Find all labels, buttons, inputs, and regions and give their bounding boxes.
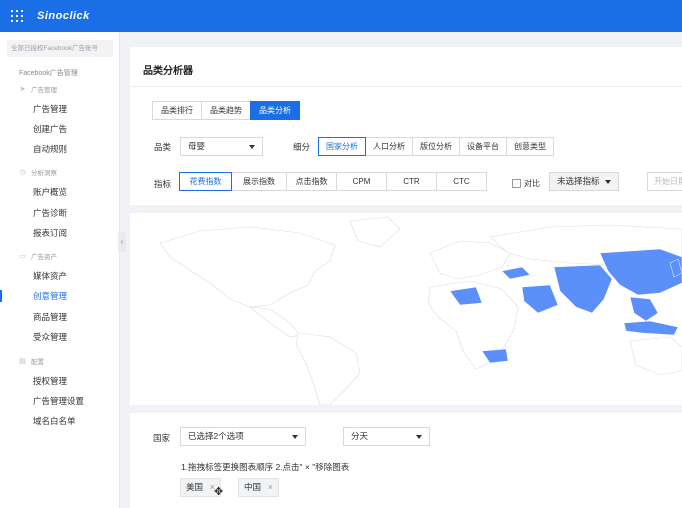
start-date-input[interactable]: 开始日期 — [647, 172, 682, 191]
breakdown-creative-type[interactable]: 创意类型 — [506, 137, 554, 156]
sidebar-item-creative-management[interactable]: 创意管理 — [33, 290, 67, 302]
active-indicator — [0, 290, 2, 302]
metric-click-index[interactable]: 点击指数 — [286, 172, 337, 191]
map-north-america — [159, 226, 336, 308]
breakdown-device[interactable]: 设备平台 — [459, 137, 507, 156]
sidebar-item-ad-settings[interactable]: 广告管理设置 — [33, 395, 84, 407]
compare-metric-select[interactable]: 未选择指标 — [549, 172, 619, 191]
apps-grid-icon[interactable] — [11, 10, 23, 22]
tab-category-ranking[interactable]: 品类排行 — [152, 101, 202, 120]
sidebar-group-config: ▤ 配置 — [19, 357, 44, 367]
breakdown-demographic[interactable]: 人口分析 — [365, 137, 413, 156]
divider — [130, 86, 682, 87]
folder-icon: ▭ — [19, 252, 26, 260]
country-multi-select[interactable]: 已选择2个选项 — [180, 427, 306, 446]
country-label: 国家 — [153, 433, 171, 443]
map-highlight-indonesia — [623, 320, 679, 336]
collapse-sidebar-icon[interactable]: ‹ — [118, 232, 126, 252]
map-highlight-turkey — [501, 266, 531, 280]
tab-category-trend[interactable]: 品类趋势 — [201, 101, 251, 120]
sidebar-item-media-assets[interactable]: 媒体资产 — [33, 270, 67, 282]
metric-cpm[interactable]: CPM — [336, 172, 387, 191]
chevron-down-icon — [416, 435, 422, 439]
compare-checkbox[interactable]: 对比 — [512, 178, 540, 189]
world-map[interactable] — [130, 213, 682, 405]
period-select[interactable]: 分天 — [343, 427, 430, 446]
category-label: 品类 — [154, 142, 172, 152]
chart-icon: ◷ — [19, 168, 26, 176]
map-europe — [429, 240, 511, 280]
sidebar-item-create-ad[interactable]: 创建广告 — [33, 123, 67, 135]
sidebar-item-ad-diagnosis[interactable]: 广告诊断 — [33, 207, 67, 219]
metric-spend-index[interactable]: 花费指数 — [179, 172, 232, 191]
top-bar: Sinoclick — [0, 0, 682, 32]
sidebar-item-report-subscription[interactable]: 报表订阅 — [33, 227, 67, 239]
map-central-america — [249, 306, 301, 338]
page-title: 品类分析器 — [143, 66, 193, 77]
tab-category-analysis[interactable]: 品类分析 — [250, 101, 300, 120]
tab-bar: 品类排行 品类趋势 品类分析 — [152, 101, 300, 120]
chevron-down-icon — [292, 435, 298, 439]
metric-segmented: 花费指数 展示指数 点击指数 CPM CTR CTC — [179, 172, 487, 191]
sidebar-item-auto-rules[interactable]: 自动规则 — [33, 143, 67, 155]
sidebar-item-account-overview[interactable]: 账户概览 — [33, 186, 67, 198]
chevron-down-icon — [249, 145, 255, 149]
breakdown-label: 细分 — [293, 142, 311, 152]
sidebar-section-title: Facebook广告管理 — [19, 70, 78, 77]
brand-logo[interactable]: Sinoclick — [37, 10, 90, 22]
category-select[interactable]: 母婴 — [180, 137, 263, 156]
send-icon: ➤ — [19, 85, 26, 93]
map-highlight-southeast-asia — [629, 296, 659, 322]
breakdown-segmented: 国家分析 人口分析 版位分析 设备平台 创意类型 — [318, 137, 554, 156]
sidebar-item-product-management[interactable]: 商品管理 — [33, 311, 67, 323]
map-south-america — [295, 332, 361, 405]
map-greenland — [349, 216, 401, 248]
sidebar-item-audience-management[interactable]: 受众管理 — [33, 331, 67, 343]
map-highlight-arabia — [521, 284, 559, 314]
close-icon[interactable]: × — [268, 479, 273, 496]
sidebar-item-ad-management[interactable]: 广告管理 — [33, 103, 67, 115]
sidebar-group-assets: ▭ 广告资产 — [19, 252, 57, 262]
sidebar: 全部已授权Facebook广告账号 Facebook广告管理 ➤ 广告管理 广告… — [0, 32, 120, 508]
checkbox-box[interactable] — [512, 179, 521, 188]
sidebar-group-insights: ◷ 分析洞察 — [19, 168, 57, 178]
map-australia — [629, 336, 682, 376]
chevron-down-icon — [605, 180, 611, 184]
sidebar-item-authorization[interactable]: 授权管理 — [33, 375, 67, 387]
map-highlight-east-asia — [599, 248, 682, 296]
world-map-card — [130, 213, 682, 405]
sidebar-item-domain-whitelist[interactable]: 域名白名单 — [33, 415, 76, 427]
breakdown-placement[interactable]: 版位分析 — [412, 137, 460, 156]
metric-impression-index[interactable]: 展示指数 — [231, 172, 287, 191]
breakdown-country[interactable]: 国家分析 — [318, 137, 366, 156]
move-cursor-icon: ✥ — [214, 486, 224, 498]
map-highlight-south-asia — [553, 264, 613, 314]
metric-ctr[interactable]: CTR — [386, 172, 437, 191]
metric-ctc[interactable]: CTC — [436, 172, 487, 191]
drag-hint-text: 1.拖拽标签更换图表顺序 2.点击" × "移除图表 — [181, 462, 350, 472]
doc-icon: ▤ — [19, 357, 26, 365]
metric-label: 指标 — [154, 179, 172, 189]
account-select[interactable]: 全部已授权Facebook广告账号 — [7, 40, 113, 57]
sidebar-group-ad-management: ➤ 广告管理 — [19, 85, 57, 95]
chip-china[interactable]: 中国 × — [238, 478, 279, 497]
